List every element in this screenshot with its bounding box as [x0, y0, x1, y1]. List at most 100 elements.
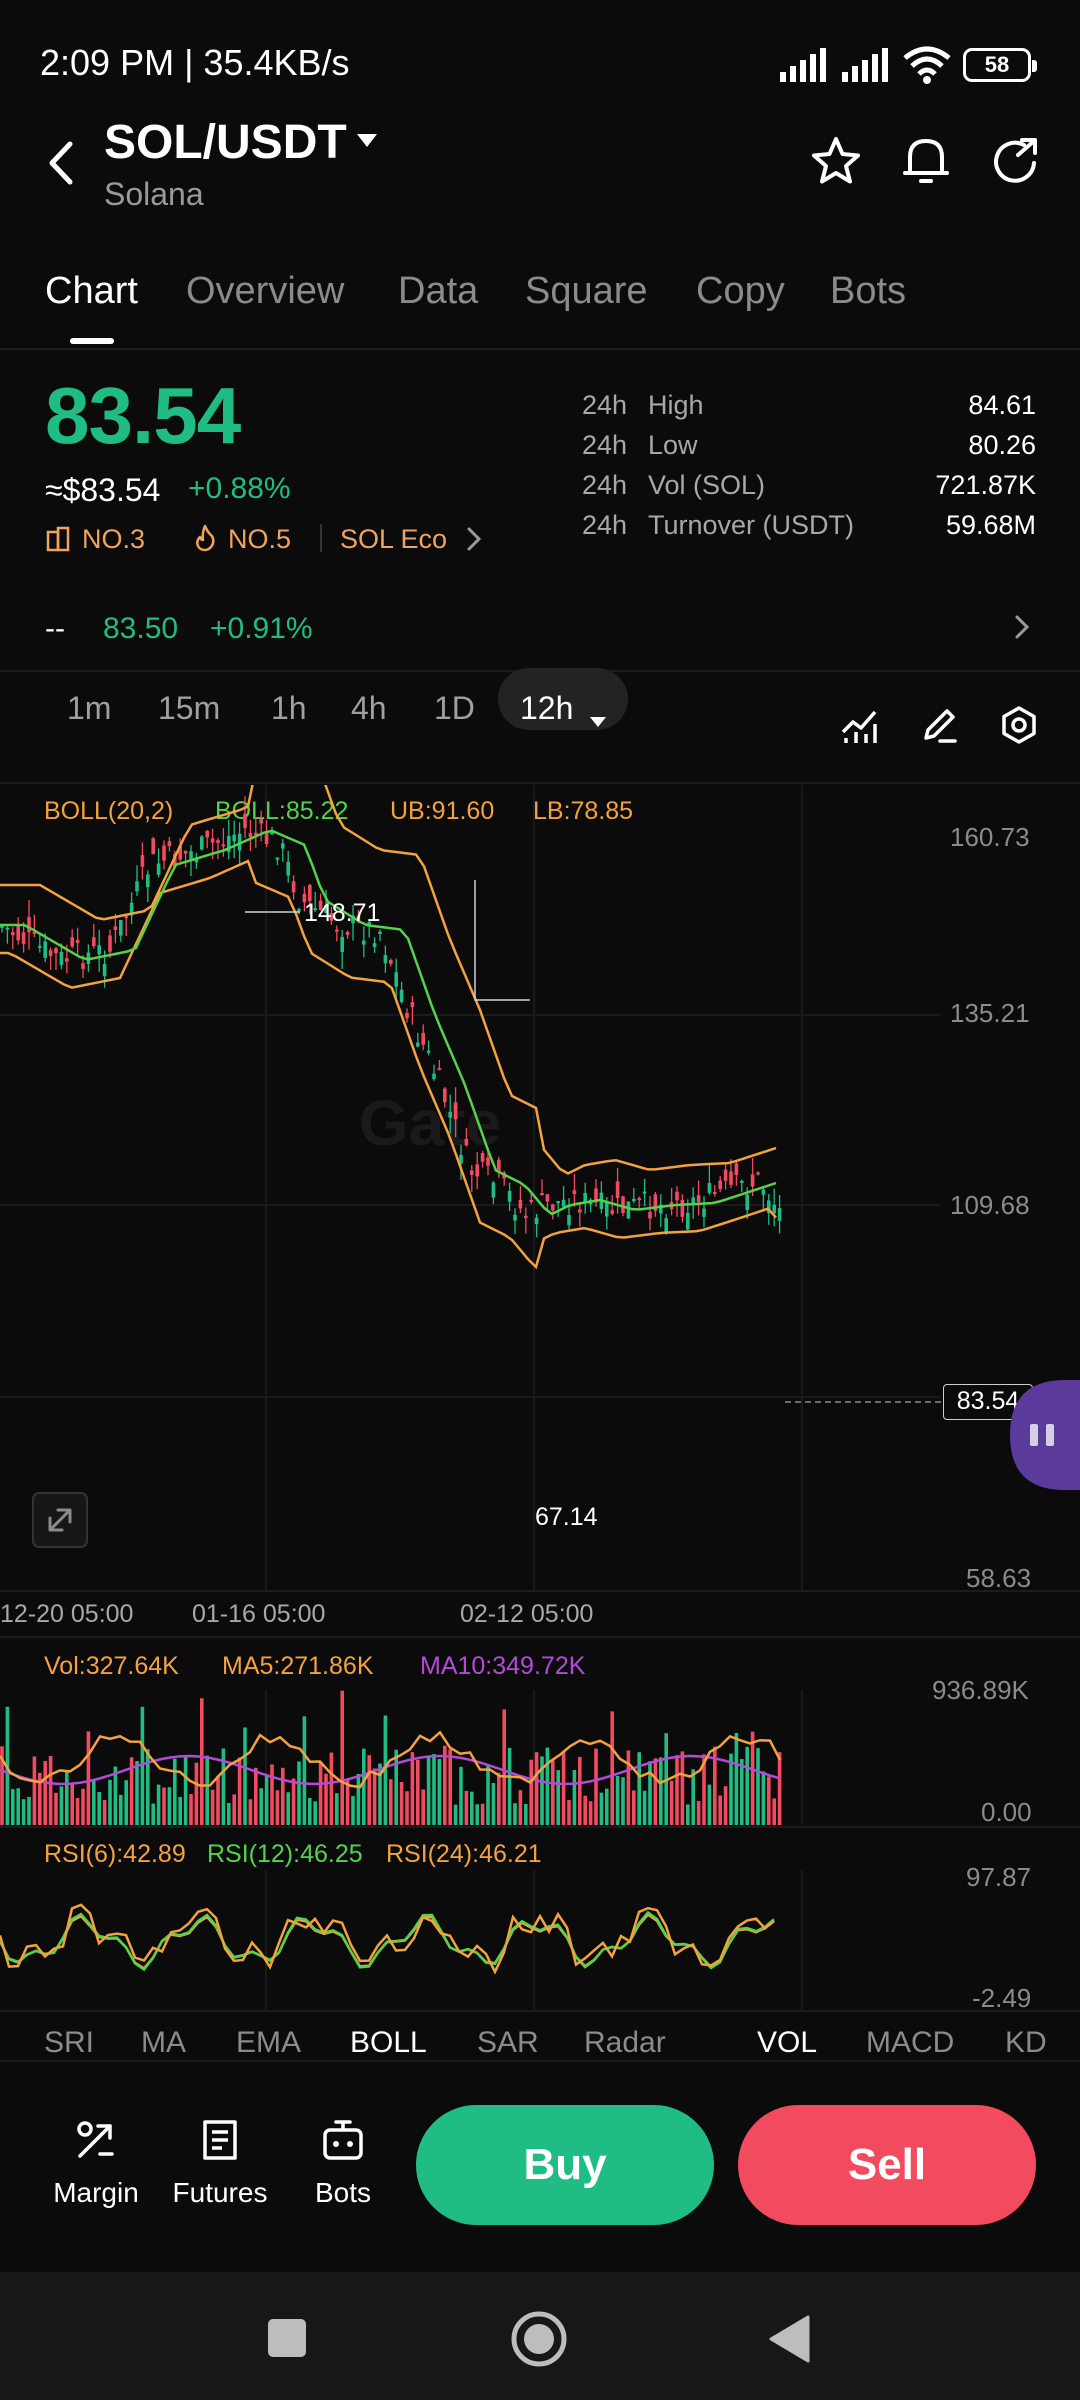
rank-badge-1[interactable]: NO.3 [82, 524, 145, 555]
candle-body [551, 1204, 555, 1211]
volume-bar [11, 1789, 15, 1825]
candle-body [270, 832, 274, 835]
candle-body [464, 1138, 469, 1146]
tab-data[interactable]: Data [398, 270, 478, 313]
stat-volume: 721.87K [935, 470, 1036, 500]
pair-title[interactable]: SOL/USDT [104, 115, 347, 170]
bot-icon [323, 2120, 363, 2160]
volume-bar [205, 1755, 209, 1825]
stat-prefix: 24h [582, 510, 628, 540]
timeframe-4h[interactable]: 4h [351, 690, 387, 727]
candle-body [140, 855, 145, 867]
candle-body [648, 1211, 652, 1219]
volume-bar [621, 1777, 625, 1825]
volume-bar [734, 1732, 739, 1825]
recents-square-icon[interactable] [266, 2317, 308, 2359]
candle-body [772, 1204, 776, 1214]
volume-bar [437, 1758, 442, 1825]
volume-bar [459, 1766, 463, 1825]
indicator-ema[interactable]: EMA [236, 2026, 301, 2060]
y-axis-label: 135.21 [950, 998, 1030, 1028]
indicator-boll[interactable]: BOLL [350, 2026, 427, 2060]
candle-body [97, 945, 101, 955]
tab-overview[interactable]: Overview [186, 270, 344, 313]
eco-tag[interactable]: SOL Eco [340, 524, 447, 555]
favorite-star-icon[interactable] [810, 135, 862, 187]
candle-body [524, 1215, 528, 1219]
volume-bar [59, 1786, 64, 1825]
volume-bar [232, 1794, 236, 1825]
volume-bar [329, 1752, 334, 1825]
home-circle-icon[interactable] [510, 2310, 568, 2368]
volume-bar [556, 1770, 560, 1825]
floating-assistant-bubble[interactable] [1010, 1380, 1080, 1490]
stat-label: Low [648, 430, 698, 460]
candle-body [43, 941, 47, 958]
settings-icon[interactable] [1000, 706, 1038, 744]
indicator-radar[interactable]: Radar [584, 2026, 666, 2060]
futures-button[interactable]: Futures [168, 2118, 272, 2209]
indicator-sri[interactable]: SRI [44, 2026, 94, 2060]
candle-body [729, 1171, 733, 1185]
candle-body [216, 840, 220, 843]
rsi6-legend: RSI(6):42.89 [44, 1840, 186, 1868]
draw-pencil-icon[interactable] [920, 706, 958, 744]
tab-square[interactable]: Square [525, 270, 648, 313]
chevron-right-icon[interactable] [466, 526, 482, 552]
fullscreen-expand-icon[interactable] [32, 1492, 88, 1548]
volume-bar [259, 1788, 263, 1825]
candle-body [734, 1163, 739, 1175]
timeframe-1d[interactable]: 1D [434, 690, 475, 727]
candle-body [162, 845, 166, 861]
timeframe-12h[interactable]: 12h [520, 690, 573, 727]
timeframe-15m[interactable]: 15m [158, 690, 220, 727]
timeframe-1h[interactable]: 1h [271, 690, 307, 727]
rank-badge-2[interactable]: NO.5 [228, 524, 291, 555]
candle-body [443, 1088, 447, 1103]
alert-bell-icon[interactable] [900, 133, 952, 189]
volume-bar [318, 1761, 323, 1825]
candle-body [108, 935, 112, 952]
timeframe-dropdown-icon[interactable] [589, 716, 607, 728]
timeframe-1m[interactable]: 1m [67, 690, 111, 727]
indicator-vol[interactable]: VOL [757, 2026, 817, 2060]
candle-body [389, 959, 393, 964]
indicator-ma[interactable]: MA [141, 2026, 186, 2060]
candlestick-chart[interactable]: Gate 148.71 67.14 [0, 785, 1080, 1590]
volume-bar [767, 1776, 771, 1825]
sell-button[interactable]: Sell [738, 2105, 1036, 2225]
candle-body [756, 1172, 760, 1175]
candle-body [394, 972, 398, 987]
index-price-row[interactable]: -- 83.50 +0.91% [0, 600, 1080, 670]
last-price: 83.54 [45, 371, 241, 460]
pair-dropdown-icon[interactable] [356, 133, 378, 149]
volume-bar [659, 1757, 663, 1825]
margin-label: Margin [53, 2177, 139, 2208]
buy-button[interactable]: Buy [416, 2105, 714, 2225]
volume-bar [124, 1780, 128, 1825]
indicator-kd[interactable]: KD [1005, 2026, 1047, 2060]
candle-body [11, 932, 15, 936]
usd-price: ≈$83.54 [45, 472, 161, 508]
tab-copy[interactable]: Copy [696, 270, 785, 313]
candle-body [491, 1182, 496, 1198]
share-icon[interactable] [990, 135, 1042, 187]
volume-bar [648, 1761, 652, 1825]
volume-bar [777, 1752, 782, 1825]
indicator-macd[interactable]: MACD [866, 2026, 954, 2060]
candle-body [48, 950, 53, 956]
tab-bots[interactable]: Bots [830, 270, 906, 313]
candle-body [102, 963, 107, 977]
volume-bar [216, 1775, 220, 1825]
bots-button[interactable]: Bots [300, 2118, 386, 2209]
margin-icon [77, 2121, 114, 2158]
indicator-sar[interactable]: SAR [477, 2026, 539, 2060]
fire-icon [196, 524, 215, 552]
back-triangle-icon[interactable] [766, 2314, 812, 2364]
rsi12-legend: RSI(12):46.25 [207, 1840, 363, 1868]
back-arrow-icon[interactable] [44, 138, 78, 188]
margin-button[interactable]: Margin [46, 2118, 146, 2209]
indicator-icon[interactable] [840, 706, 878, 744]
tab-chart[interactable]: Chart [45, 270, 138, 313]
candle-body [59, 951, 64, 965]
